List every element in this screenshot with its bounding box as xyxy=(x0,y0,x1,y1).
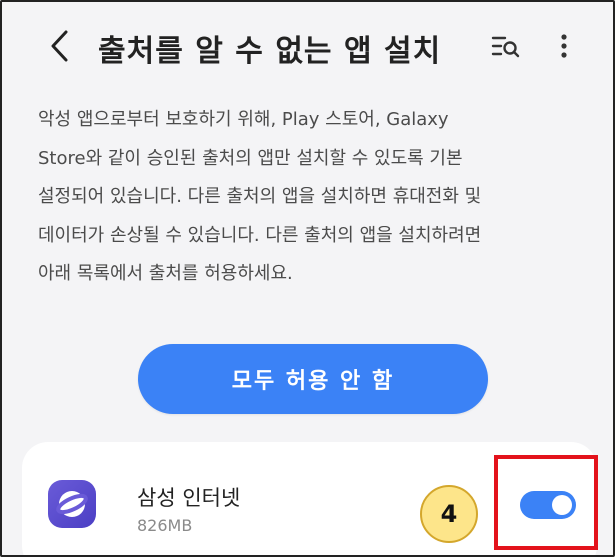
screen: 출처를 알 수 없는 앱 설치 악성 앱으로부터 보호하기 위해, Play 스… xyxy=(0,0,615,557)
description-line: 데이터가 손상될 수 있습니다. 다른 출처의 앱을 설치하려면 xyxy=(38,224,482,246)
description-line: 아래 목록에서 출처를 허용하세요. xyxy=(38,263,293,284)
chevron-left-icon xyxy=(51,30,68,62)
more-vertical-icon xyxy=(561,34,567,58)
search-list-icon xyxy=(491,36,520,58)
toggle-knob xyxy=(552,495,572,515)
description-line: Store와 같이 승인된 출처의 앱만 설치할 수 있도록 기본 xyxy=(38,147,463,169)
disallow-all-button[interactable]: 모두 허용 안 함 xyxy=(138,344,488,414)
search-list-button[interactable] xyxy=(485,26,527,66)
app-name[interactable]: 삼성 인터넷 xyxy=(137,482,240,512)
description-line: 악성 앱으로부터 보호하기 위해, Play 스토어, Galaxy xyxy=(38,109,449,130)
more-options-button[interactable] xyxy=(550,26,578,66)
top-app-bar: 출처를 알 수 없는 앱 설치 xyxy=(2,2,613,92)
description-text: 악성 앱으로부터 보호하기 위해, Play 스토어, Galaxy Store… xyxy=(38,102,588,295)
back-button[interactable] xyxy=(40,24,80,68)
app-size: 826MB xyxy=(137,516,193,535)
samsung-internet-icon xyxy=(48,480,96,528)
page-title: 출처를 알 수 없는 앱 설치 xyxy=(98,34,442,69)
allow-toggle-switch[interactable] xyxy=(520,491,576,519)
step-number-badge: 4 xyxy=(420,485,478,543)
description-line: 설정되어 있습니다. 다른 출처의 앱을 설치하면 휴대전화 및 xyxy=(38,186,482,207)
